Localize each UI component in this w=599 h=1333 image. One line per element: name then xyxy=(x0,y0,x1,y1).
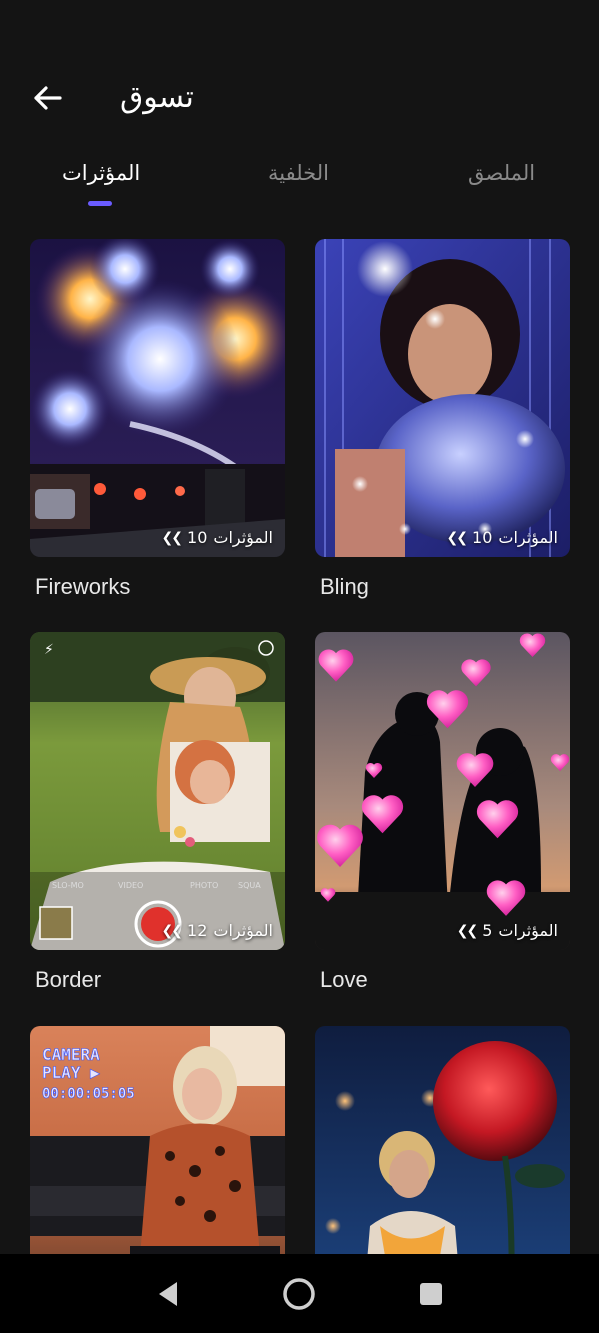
effect-count-badge: ❮❮ 10 المؤثرات xyxy=(447,528,558,547)
effect-count-label: المؤثرات xyxy=(498,921,558,940)
effect-card-vhs[interactable]: CAMERA PLAY ▶ 00:00:05:05 xyxy=(30,1026,285,1254)
nav-recents-button[interactable] xyxy=(413,1276,449,1312)
vhs-timecode: 00:00:05:05 xyxy=(42,1086,135,1102)
effect-card-love[interactable]: ❮❮ 5 المؤثرات Love xyxy=(315,632,570,993)
vhs-play-label: PLAY ▶ xyxy=(42,1063,100,1082)
nav-home-icon xyxy=(283,1278,315,1310)
tab-effects[interactable]: المؤثرات xyxy=(62,158,140,188)
system-navigation-bar xyxy=(0,1254,599,1333)
effect-count: 5 xyxy=(482,921,493,940)
page-title: تسوق xyxy=(120,80,194,115)
svg-text:⚡: ⚡ xyxy=(44,642,54,658)
nav-home-button[interactable] xyxy=(281,1276,317,1312)
nav-recents-icon xyxy=(420,1283,442,1305)
effect-count-label: المؤثرات xyxy=(498,528,558,547)
app-header: تسوق xyxy=(0,60,599,136)
double-chevron-icon: ❮❮ xyxy=(161,529,184,546)
rose-thumbnail xyxy=(315,1026,570,1254)
double-chevron-icon: ❮❮ xyxy=(161,922,184,939)
camera-mode-square: SQUA xyxy=(238,881,261,890)
love-thumbnail: ❮❮ 5 المؤثرات xyxy=(315,632,570,950)
effect-card-fireworks[interactable]: ❮❮ 10 المؤثرات Fireworks xyxy=(30,239,285,600)
effect-card-title: Bling xyxy=(320,574,369,599)
camera-mode-photo: PHOTO xyxy=(190,881,218,890)
fireworks-thumbnail: ❮❮ 10 المؤثرات xyxy=(30,239,285,557)
vhs-thumbnail: CAMERA PLAY ▶ 00:00:05:05 xyxy=(30,1026,285,1254)
effect-card-title: Love xyxy=(320,967,368,992)
effect-count: 10 xyxy=(187,528,208,547)
double-chevron-icon: ❮❮ xyxy=(456,922,479,939)
active-tab-indicator xyxy=(88,201,112,206)
effect-card-border[interactable]: SLO-MO VIDEO PHOTO SQUA ⚡ ❮❮ 12 المؤثرات… xyxy=(30,632,285,993)
effect-card-title: Fireworks xyxy=(35,574,131,599)
camera-mode-slomo: SLO-MO xyxy=(52,881,84,890)
effects-grid: ❮❮ 10 المؤثرات Fireworks ❮❮ 10 المؤثرات … xyxy=(0,239,599,1254)
arrow-left-icon xyxy=(34,86,62,110)
effect-card-title: Border xyxy=(35,967,102,992)
tab-sticker[interactable]: الملصق xyxy=(468,158,535,188)
effect-count: 10 xyxy=(472,528,493,547)
border-thumbnail: SLO-MO VIDEO PHOTO SQUA ⚡ ❮❮ 12 المؤثرات xyxy=(30,632,285,950)
effect-count-label: المؤثرات xyxy=(213,528,273,547)
category-tabs: الملصق الخلفية المؤثرات xyxy=(0,150,599,210)
double-chevron-icon: ❮❮ xyxy=(446,529,469,546)
effect-count: 12 xyxy=(187,921,208,940)
tab-background[interactable]: الخلفية xyxy=(268,158,329,188)
effect-count-badge: ❮❮ 5 المؤثرات xyxy=(457,921,558,940)
camera-mode-video: VIDEO xyxy=(118,881,143,890)
vhs-camera-label: CAMERA xyxy=(42,1045,100,1064)
effect-card-rose[interactable] xyxy=(315,1026,570,1254)
nav-back-icon xyxy=(159,1282,177,1306)
effect-count-label: المؤثرات xyxy=(213,921,273,940)
effect-card-bling[interactable]: ❮❮ 10 المؤثرات Bling xyxy=(315,239,570,600)
effect-count-badge: ❮❮ 12 المؤثرات xyxy=(162,921,273,940)
effect-count-badge: ❮❮ 10 المؤثرات xyxy=(162,528,273,547)
nav-back-button[interactable] xyxy=(150,1276,186,1312)
bling-thumbnail: ❮❮ 10 المؤثرات xyxy=(315,239,570,557)
back-button[interactable] xyxy=(26,78,68,118)
